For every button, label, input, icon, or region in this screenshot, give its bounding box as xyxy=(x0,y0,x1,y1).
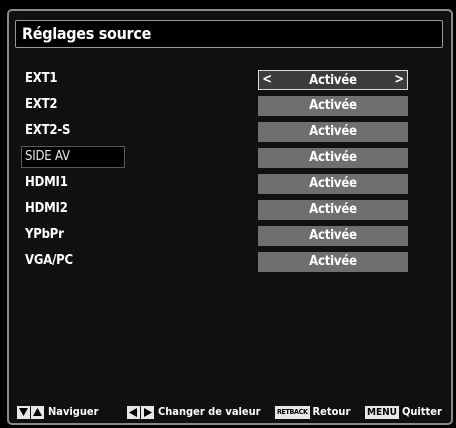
source-row-vga-pc[interactable]: VGA/PC Activée xyxy=(9,250,451,274)
source-value[interactable]: Activée xyxy=(258,148,408,168)
source-value[interactable]: Activée xyxy=(258,252,408,272)
source-label: VGA/PC xyxy=(25,253,73,268)
source-value[interactable]: Activée xyxy=(258,226,408,246)
hint-quit-label: Quitter xyxy=(401,405,442,418)
source-label: YPbPr xyxy=(25,227,64,242)
return-back-key-icon: RETBACK xyxy=(275,405,310,419)
source-value[interactable]: Activée xyxy=(258,200,408,220)
menu-key-icon: MENU xyxy=(365,405,399,419)
source-label: SIDE AV xyxy=(25,149,70,164)
right-arrow-key-icon xyxy=(141,405,154,419)
hint-navigate: Naviguer xyxy=(17,405,99,419)
hint-change-value: Changer de valeur xyxy=(127,405,261,419)
source-value[interactable]: Activée xyxy=(258,96,408,116)
source-row-ext1[interactable]: EXT1 < Activée > xyxy=(9,68,451,92)
hint-return: RETBACK Retour xyxy=(275,405,350,419)
hint-navigate-label: Naviguer xyxy=(48,405,99,418)
source-value[interactable]: Activée xyxy=(258,122,408,142)
source-value: Activée xyxy=(309,73,357,88)
down-arrow-key-icon xyxy=(17,405,30,419)
source-row-hdmi1[interactable]: HDMI1 Activée xyxy=(9,172,451,196)
footer-hints: Naviguer Changer de valeur RETBACK Retour… xyxy=(9,399,451,423)
source-settings-panel: Réglages source EXT1 < Activée > EXT2 Ac… xyxy=(7,9,453,425)
left-arrow-key-icon xyxy=(127,405,140,419)
source-row-ypbpr[interactable]: YPbPr Activée xyxy=(9,224,451,248)
source-row-ext2-s[interactable]: EXT2-S Activée xyxy=(9,120,451,144)
title-bar: Réglages source xyxy=(15,20,443,48)
source-value[interactable]: Activée xyxy=(258,174,408,194)
source-label: EXT2 xyxy=(25,97,58,112)
source-row-hdmi2[interactable]: HDMI2 Activée xyxy=(9,198,451,222)
arrow-left-icon[interactable]: < xyxy=(261,71,273,89)
arrow-right-icon[interactable]: > xyxy=(393,71,405,89)
source-row-side-av[interactable]: SIDE AV Activée xyxy=(9,146,451,170)
source-label: HDMI1 xyxy=(25,175,68,190)
up-arrow-key-icon xyxy=(31,405,44,419)
hint-quit: MENU Quitter xyxy=(365,405,442,419)
hint-change-value-label: Changer de valeur xyxy=(158,405,261,418)
source-label: HDMI2 xyxy=(25,201,68,216)
hint-return-label: Retour xyxy=(312,405,351,418)
source-value-selector[interactable]: < Activée > xyxy=(258,70,408,90)
source-label: EXT1 xyxy=(25,71,58,86)
source-label: EXT2-S xyxy=(25,123,71,138)
page-title: Réglages source xyxy=(22,24,152,43)
source-row-ext2[interactable]: EXT2 Activée xyxy=(9,94,451,118)
